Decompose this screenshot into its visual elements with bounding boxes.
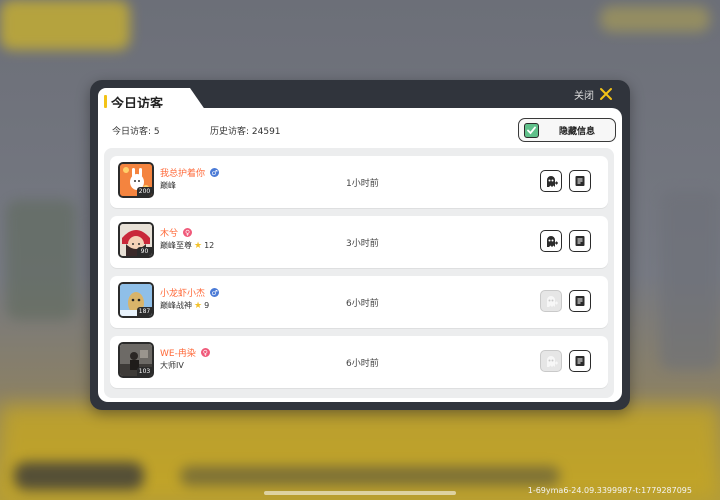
visitor-row[interactable]: 187 小龙虾小杰 ♂ 巅峰战神 ★ 9 6小时前 [110, 276, 608, 328]
visit-home-button[interactable] [540, 290, 562, 312]
female-icon: ♀ [182, 227, 194, 238]
male-icon: ♂ [209, 287, 221, 298]
avatar[interactable]: 187 [118, 282, 154, 318]
visitor-rank-line: 巅峰战神 ★ 9 [160, 300, 209, 311]
background-blur [180, 466, 560, 486]
notepad-icon [575, 236, 585, 246]
close-label: 关闭 [574, 90, 594, 102]
visit-time: 3小时前 [346, 239, 379, 249]
visitor-name-line: WE-冉染 ♀ [160, 346, 211, 359]
male-icon: ♂ [209, 167, 221, 178]
visit-home-button[interactable] [540, 170, 562, 192]
close-icon [600, 88, 612, 100]
visitor-name: 我总护着你 [160, 169, 206, 179]
visit-time: 6小时前 [346, 359, 379, 369]
visit-home-button[interactable] [540, 350, 562, 372]
avatar[interactable]: 200 [118, 162, 154, 198]
star-count: 9 [204, 301, 210, 310]
today-visitors-count: 今日访客: 5 [112, 127, 160, 137]
visitor-name-line: 我总护着你 ♂ [160, 166, 221, 179]
ghost-icon [547, 356, 558, 367]
avatar[interactable]: 103 [118, 342, 154, 378]
visitor-rank: 大师IV [160, 361, 184, 370]
notepad-icon [575, 296, 585, 306]
level-badge: 90 [137, 247, 152, 256]
home-indicator[interactable] [264, 491, 456, 495]
star-icon: ★ [194, 300, 203, 311]
dialog-panel: 今日访客: 5 历史访客: 24591 隐藏信息 200 我总护着你 ♂ 巅峰 … [98, 108, 622, 402]
visitor-row[interactable]: 200 我总护着你 ♂ 巅峰 1小时前 [110, 156, 608, 208]
visit-time: 1小时前 [346, 179, 379, 189]
message-button[interactable] [569, 230, 591, 252]
version-string: 1-69yma6-24.09.3399987-t:1779287095 [527, 486, 692, 495]
star-count: 12 [204, 241, 215, 250]
visitor-rank-line: 巅峰至尊 ★ 12 [160, 240, 214, 251]
notepad-icon [575, 176, 585, 186]
background-blur [6, 200, 76, 320]
visitor-rank: 巅峰 [160, 181, 176, 190]
level-badge: 187 [137, 307, 152, 316]
visitor-name: 木兮 [160, 229, 179, 239]
visitor-row[interactable]: 90 木兮 ♀ 巅峰至尊 ★ 12 3小时前 [110, 216, 608, 268]
visitor-rank-line: 巅峰 [160, 180, 176, 191]
history-visitors-count: 历史访客: 24591 [210, 127, 281, 137]
visitor-rank: 巅峰战神 [160, 301, 192, 310]
ghost-icon [547, 296, 558, 307]
visitor-name: WE-冉染 [160, 349, 196, 359]
checkbox-checked-icon [524, 122, 539, 138]
ghost-icon [547, 236, 558, 247]
visitor-name-line: 小龙虾小杰 ♂ [160, 286, 221, 299]
ghost-icon [547, 176, 558, 187]
level-badge: 200 [137, 187, 152, 196]
notepad-icon [575, 356, 585, 366]
level-badge: 103 [137, 367, 152, 376]
message-button[interactable] [569, 290, 591, 312]
female-icon: ♀ [199, 347, 211, 358]
visitor-list[interactable]: 200 我总护着你 ♂ 巅峰 1小时前 90 木兮 ♀ 巅峰至尊 ★ 12 3小… [104, 148, 614, 398]
visitors-dialog: 今日访客 关闭 今日访客: 5 历史访客: 24591 隐藏信息 200 我总护… [90, 80, 630, 410]
message-button[interactable] [569, 350, 591, 372]
background-blur [0, 0, 130, 50]
visitor-rank-line: 大师IV [160, 360, 184, 371]
visit-time: 6小时前 [346, 299, 379, 309]
avatar[interactable]: 90 [118, 222, 154, 258]
background-blur [14, 462, 144, 490]
message-button[interactable] [569, 170, 591, 192]
background-blur [600, 6, 710, 32]
hide-info-toggle[interactable]: 隐藏信息 [518, 118, 616, 142]
tab-accent-bar [104, 95, 107, 108]
hide-info-label: 隐藏信息 [558, 126, 595, 137]
visitor-name-line: 木兮 ♀ [160, 226, 194, 239]
visit-home-button[interactable] [540, 230, 562, 252]
close-button[interactable]: 关闭 [574, 86, 614, 102]
background-blur [660, 190, 720, 370]
star-icon: ★ [194, 240, 203, 251]
visitor-rank: 巅峰至尊 [160, 241, 192, 250]
visitor-name: 小龙虾小杰 [160, 289, 206, 299]
visitor-row[interactable]: 103 WE-冉染 ♀ 大师IV 6小时前 [110, 336, 608, 388]
